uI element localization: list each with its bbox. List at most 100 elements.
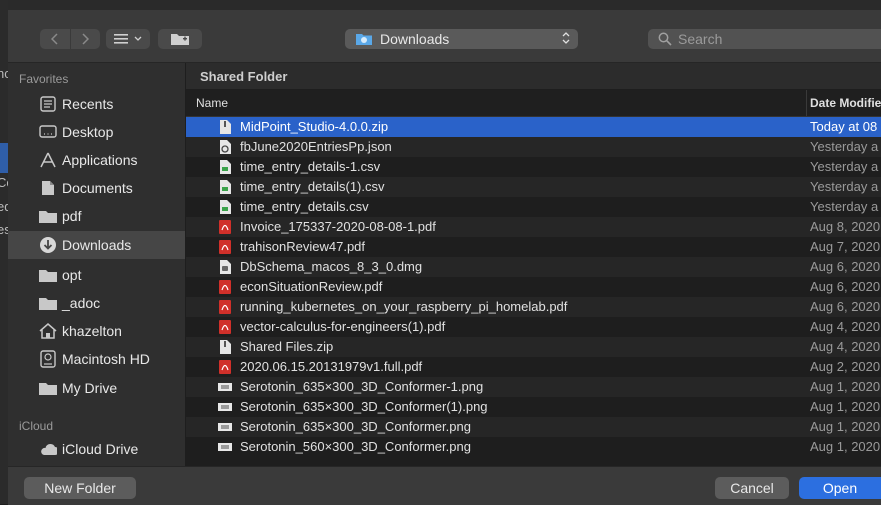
cancel-button[interactable]: Cancel	[715, 477, 789, 499]
location-dropdown[interactable]: Downloads	[345, 29, 578, 49]
file-date: Aug 6, 2020	[810, 299, 881, 314]
chevron-right-icon	[82, 33, 90, 45]
sidebar-item-label: Recents	[62, 96, 114, 112]
file-row[interactable]: econSituationReview.pdf Aug 6, 2020	[186, 277, 881, 297]
file-name: running_kubernetes_on_your_raspberry_pi_…	[240, 299, 568, 314]
file-name: time_entry_details-1.csv	[240, 159, 381, 174]
sidebar-item-macintosh-hd[interactable]: Macintosh HD	[8, 345, 185, 373]
file-row[interactable]: Serotonin_635×300_3D_Conformer.png Aug 1,…	[186, 417, 881, 437]
desktop-icon	[39, 123, 57, 141]
image-file-icon	[218, 403, 232, 411]
file-row[interactable]: time_entry_details-1.csv Yesterday a	[186, 157, 881, 177]
list-view-icon	[114, 34, 128, 44]
csv-file-icon	[220, 160, 231, 174]
file-date: Yesterday a	[810, 159, 879, 174]
file-row[interactable]: Invoice_175337-2020-08-08-1.pdf Aug 8, 20…	[186, 217, 881, 237]
forward-button[interactable]	[69, 29, 101, 49]
search-placeholder: Search	[678, 31, 723, 47]
pdf-file-icon	[219, 320, 231, 334]
image-file-icon	[218, 423, 232, 431]
file-name: time_entry_details(1).csv	[240, 179, 385, 194]
sidebar-item-desktop[interactable]: Desktop	[8, 118, 185, 146]
json-file-icon	[220, 140, 231, 154]
chevron-left-icon	[50, 33, 58, 45]
sidebar-item-label: khazelton	[62, 323, 122, 339]
column-header-name[interactable]: Name	[196, 96, 228, 110]
sidebar-item-icloud-drive[interactable]: iCloud Drive	[8, 435, 185, 463]
file-name: trahisonReview47.pdf	[240, 239, 366, 254]
file-date: Aug 1, 2020	[810, 399, 881, 414]
file-row[interactable]: 2020.06.15.20131979v1.full.pdf Aug 2, 202…	[186, 357, 881, 377]
file-date: Aug 1, 2020	[810, 419, 881, 434]
sidebar-item-applications[interactable]: Applications	[8, 146, 185, 174]
back-button[interactable]	[40, 29, 70, 49]
file-name: time_entry_details.csv	[240, 199, 369, 214]
pdf-file-icon	[219, 300, 231, 314]
shared-folder-header: Shared Folder	[186, 63, 881, 89]
file-date: Aug 7, 2020	[810, 239, 881, 254]
new-folder-toolbar-button[interactable]	[158, 29, 202, 49]
pdf-file-icon	[219, 360, 231, 374]
sidebar-item-adoc[interactable]: _adoc	[8, 289, 185, 317]
folder-icon	[39, 207, 57, 225]
sidebar-item-khazelton[interactable]: khazelton	[8, 317, 185, 345]
file-row[interactable]: running_kubernetes_on_your_raspberry_pi_…	[186, 297, 881, 317]
search-field[interactable]: Search	[648, 29, 881, 49]
sidebar-item-downloads[interactable]: Downloads	[8, 231, 185, 259]
file-date: Aug 1, 2020	[810, 439, 881, 454]
sidebar-item-label: opt	[62, 267, 82, 283]
file-name: Shared Files.zip	[240, 339, 334, 354]
search-icon	[658, 32, 672, 46]
open-button[interactable]: Open	[799, 477, 881, 499]
file-row[interactable]: trahisonReview47.pdf Aug 7, 2020	[186, 237, 881, 257]
column-divider[interactable]	[806, 90, 807, 116]
folder-icon	[39, 266, 57, 284]
folder-icon	[39, 294, 57, 312]
file-name: vector-calculus-for-engineers(1).pdf	[240, 319, 446, 334]
file-row[interactable]: vector-calculus-for-engineers(1).pdf Aug …	[186, 317, 881, 337]
file-row[interactable]: DbSchema_macos_8_3_0.dmg Aug 6, 2020	[186, 257, 881, 277]
pdf-file-icon	[219, 280, 231, 294]
sidebar-item-recents[interactable]: Recents	[8, 90, 185, 118]
file-row[interactable]: time_entry_details.csv Yesterday a	[186, 197, 881, 217]
sidebar-item-label: Macintosh HD	[62, 351, 150, 367]
pdf-file-icon	[219, 220, 231, 234]
sidebar-item-opt[interactable]: opt	[8, 261, 185, 289]
updown-arrows-icon	[562, 32, 570, 44]
file-date: Aug 4, 2020	[810, 339, 881, 354]
icloud-heading: iCloud	[19, 419, 54, 433]
sidebar-item-label: pdf	[62, 208, 82, 224]
column-header-row: Name Date Modifie	[186, 90, 881, 117]
zip-file-icon	[220, 340, 231, 354]
view-options-button[interactable]	[106, 29, 150, 49]
file-date: Aug 1, 2020	[810, 379, 881, 394]
file-name: Invoice_175337-2020-08-08-1.pdf	[240, 219, 436, 234]
column-header-date-modified[interactable]: Date Modifie	[810, 96, 881, 110]
new-folder-button[interactable]: New Folder	[24, 477, 136, 499]
file-row[interactable]: Serotonin_635×300_3D_Conformer(1).png Aug…	[186, 397, 881, 417]
file-date: Today at 08	[810, 119, 878, 134]
file-row[interactable]: time_entry_details(1).csv Yesterday a	[186, 177, 881, 197]
image-file-icon	[218, 383, 232, 391]
harddisk-icon	[39, 350, 57, 368]
file-name: Serotonin_635×300_3D_Conformer.png	[240, 419, 471, 434]
sidebar-item-documents[interactable]: Documents	[8, 174, 185, 202]
file-row[interactable]: Serotonin_635×300_3D_Conformer-1.png Aug …	[186, 377, 881, 397]
sidebar-item-pdf[interactable]: pdf	[8, 202, 185, 230]
dmg-file-icon	[220, 260, 231, 274]
file-date: Aug 6, 2020	[810, 259, 881, 274]
pdf-file-icon	[219, 240, 231, 254]
file-row[interactable]: Shared Files.zip Aug 4, 2020	[186, 337, 881, 357]
file-date: Yesterday a	[810, 139, 879, 154]
file-row[interactable]: fbJune2020EntriesPp.json Yesterday a	[186, 137, 881, 157]
file-date: Aug 2, 2020	[810, 359, 881, 374]
file-date: Yesterday a	[810, 199, 879, 214]
clock-icon	[39, 95, 57, 113]
background-window-edge: nc Co ed es	[0, 0, 14, 504]
applications-icon	[39, 151, 57, 169]
file-row[interactable]: Serotonin_560×300_3D_Conformer.png Aug 1,…	[186, 437, 881, 457]
sidebar-item-my-drive[interactable]: My Drive	[8, 374, 185, 402]
cloud-icon	[39, 440, 57, 458]
file-row[interactable]: MidPoint_Studio-4.0.0.zip Today at 08	[186, 117, 881, 137]
sidebar-item-label: My Drive	[62, 380, 118, 396]
